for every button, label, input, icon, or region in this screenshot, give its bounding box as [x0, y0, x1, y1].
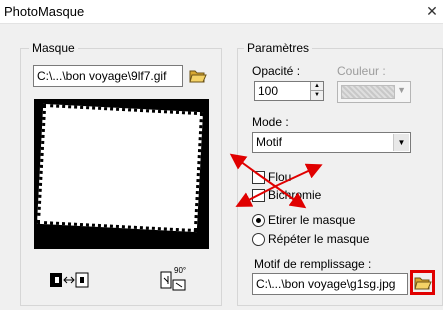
annotation-arrow-up	[277, 163, 323, 186]
annotation-arrows	[229, 153, 323, 209]
annotation-arrow-down	[229, 153, 256, 173]
